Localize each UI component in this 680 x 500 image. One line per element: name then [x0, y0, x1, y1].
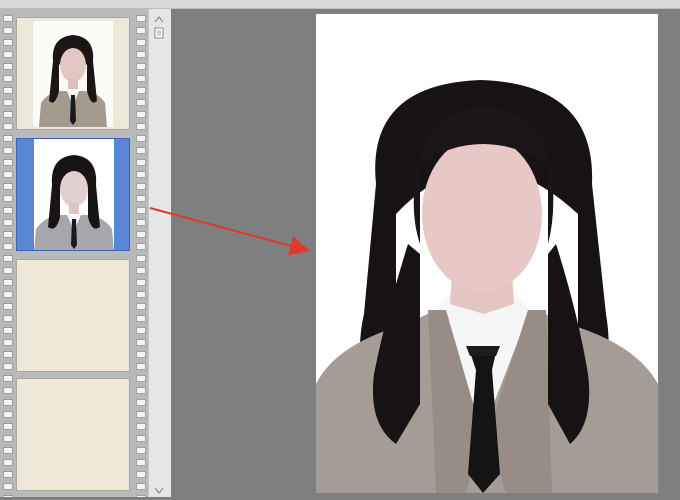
film-perforation: [136, 447, 146, 454]
filmstrip-frame-4-empty[interactable]: [16, 378, 130, 491]
film-perforation: [3, 87, 13, 94]
film-perforation: [136, 135, 146, 142]
film-perforation: [136, 327, 146, 334]
film-perforation: [3, 339, 13, 346]
film-perforation: [3, 399, 13, 406]
top-toolbar-strip: [0, 0, 680, 9]
film-perforation: [136, 207, 146, 214]
film-perforation: [136, 459, 146, 466]
film-perforation: [136, 387, 146, 394]
film-perforation: [3, 423, 13, 430]
filmstrip-frame-1[interactable]: [16, 17, 130, 130]
film-perforation: [136, 99, 146, 106]
film-perforation: [136, 375, 146, 382]
film-perforation: [3, 75, 13, 82]
portrait-thumbnail-icon: [33, 21, 113, 127]
film-perforation: [136, 231, 146, 238]
film-perforation: [3, 195, 13, 202]
film-perforation: [136, 27, 146, 34]
film-perforation: [136, 147, 146, 154]
film-perforation: [136, 315, 146, 322]
film-perforation: [3, 291, 13, 298]
film-perforation: [3, 303, 13, 310]
chevron-up-icon[interactable]: [153, 11, 165, 23]
portrait-thumbnail-icon: [34, 139, 114, 250]
film-perforation: [3, 63, 13, 70]
filmstrip-perforations-right: [134, 9, 146, 497]
film-perforation: [136, 279, 146, 286]
filmstrip-panel: [0, 9, 148, 497]
document-icon[interactable]: [153, 24, 165, 39]
film-perforation: [3, 39, 13, 46]
film-perforation: [136, 303, 146, 310]
film-perforation: [3, 375, 13, 382]
thumbnail-photo-2: [34, 139, 114, 250]
film-perforation: [3, 207, 13, 214]
chevron-down-icon[interactable]: [153, 481, 165, 494]
film-perforation: [3, 147, 13, 154]
film-perforation: [3, 315, 13, 322]
filmstrip-scrollbar[interactable]: [148, 9, 172, 497]
main-photo-preview[interactable]: [316, 14, 658, 493]
film-perforation: [136, 423, 146, 430]
filmstrip-frame-3-empty[interactable]: [16, 259, 130, 372]
film-perforation: [136, 219, 146, 226]
film-perforation: [3, 123, 13, 130]
film-perforation: [3, 447, 13, 454]
film-perforation: [136, 435, 146, 442]
film-perforation: [3, 99, 13, 106]
film-perforation: [3, 387, 13, 394]
filmstrip-frame-2-selected[interactable]: [16, 138, 130, 251]
film-perforation: [3, 159, 13, 166]
film-perforation: [3, 135, 13, 142]
film-perforation: [136, 243, 146, 250]
film-perforation: [3, 15, 13, 22]
film-perforation: [3, 327, 13, 334]
film-perforation: [3, 483, 13, 490]
film-perforation: [136, 111, 146, 118]
film-perforation: [3, 171, 13, 178]
portrait-photo-icon: [316, 14, 658, 493]
film-perforation: [3, 51, 13, 58]
film-perforation: [136, 15, 146, 22]
film-perforation: [3, 459, 13, 466]
film-perforation: [136, 291, 146, 298]
film-perforation: [3, 243, 13, 250]
filmstrip-perforations-left: [1, 9, 13, 497]
film-perforation: [136, 399, 146, 406]
film-perforation: [136, 75, 146, 82]
film-perforation: [3, 219, 13, 226]
film-perforation: [136, 195, 146, 202]
film-perforation: [3, 27, 13, 34]
film-perforation: [136, 51, 146, 58]
film-perforation: [3, 231, 13, 238]
film-perforation: [3, 267, 13, 274]
film-perforation: [3, 351, 13, 358]
film-perforation: [136, 159, 146, 166]
film-perforation: [136, 87, 146, 94]
film-perforation: [136, 483, 146, 490]
film-perforation: [136, 363, 146, 370]
film-perforation: [3, 363, 13, 370]
thumbnail-photo-1: [33, 21, 113, 127]
film-perforation: [136, 339, 146, 346]
film-perforation: [3, 471, 13, 478]
film-perforation: [136, 63, 146, 70]
film-perforation: [3, 255, 13, 262]
film-perforation: [136, 123, 146, 130]
film-perforation: [3, 111, 13, 118]
film-perforation: [136, 411, 146, 418]
film-perforation: [136, 471, 146, 478]
film-perforation: [136, 171, 146, 178]
film-perforation: [3, 183, 13, 190]
film-perforation: [3, 279, 13, 286]
film-perforation: [136, 255, 146, 262]
film-perforation: [136, 267, 146, 274]
film-perforation: [136, 39, 146, 46]
film-perforation: [3, 435, 13, 442]
film-perforation: [136, 351, 146, 358]
film-perforation: [3, 411, 13, 418]
film-perforation: [136, 183, 146, 190]
